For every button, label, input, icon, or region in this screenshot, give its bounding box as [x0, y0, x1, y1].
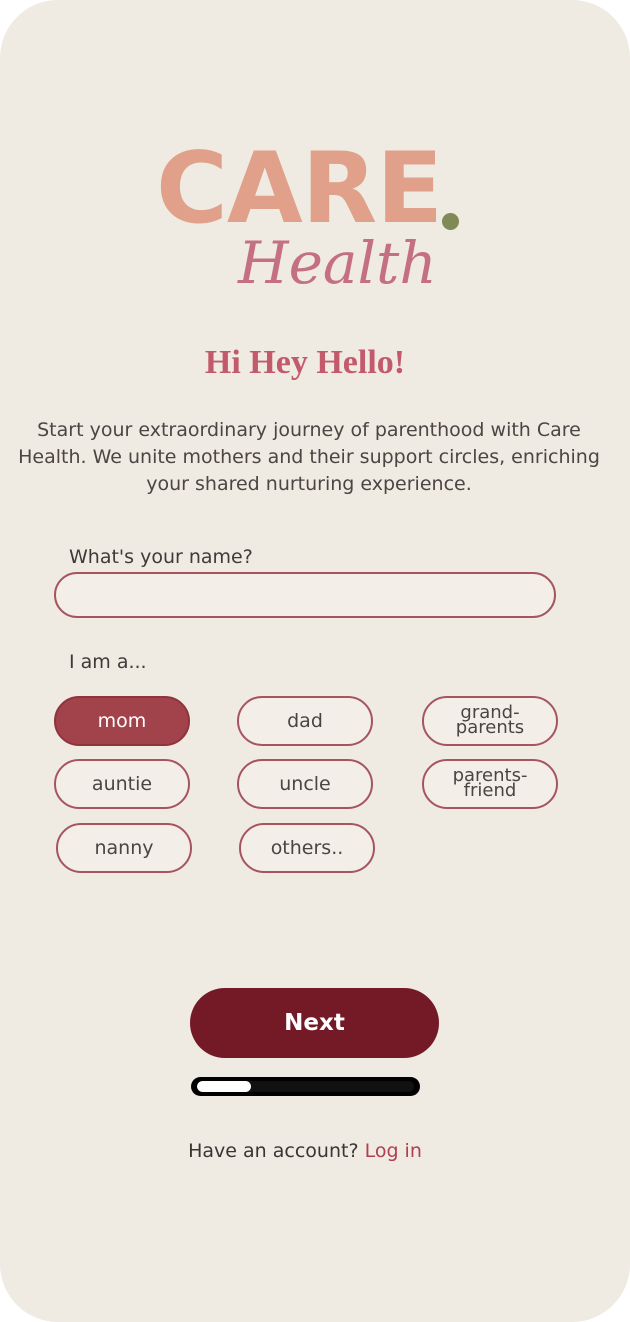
role-chip-auntie[interactable]: auntie	[54, 759, 190, 809]
login-prompt-text: Have an account?	[188, 1140, 359, 1162]
logo-dot	[442, 213, 459, 230]
role-chip-label: others..	[270, 837, 344, 859]
role-chip-label: auntie	[91, 773, 153, 795]
name-field-label: What's your name?	[69, 546, 253, 568]
login-link[interactable]: Log in	[365, 1140, 422, 1162]
role-chip-label: nanny	[94, 837, 154, 859]
role-chip-others[interactable]: others..	[239, 823, 375, 873]
care-health-logo: CARE Health	[150, 140, 470, 310]
greeting-title: Hi Hey Hello!	[204, 344, 406, 381]
role-chip-mom[interactable]: mom	[54, 696, 190, 746]
role-chip-grandparents[interactable]: grand-parents	[422, 696, 558, 746]
role-chip-label: mom	[97, 710, 147, 732]
role-chip-label: uncle	[279, 773, 331, 795]
login-prompt: Have an account? Log in	[0, 1140, 610, 1162]
role-field-label: I am a...	[69, 651, 147, 673]
role-chip-label: grand-parents	[455, 702, 525, 738]
role-chip-label: dad	[287, 710, 323, 732]
role-chip-parents-friend[interactable]: parents-friend	[422, 759, 558, 809]
role-chip-dad[interactable]: dad	[237, 696, 373, 746]
intro-text: Start your extraordinary journey of pare…	[18, 419, 600, 495]
role-chip-label: parents-friend	[452, 765, 528, 801]
role-chip-uncle[interactable]: uncle	[237, 759, 373, 809]
progress-fill	[197, 1081, 252, 1092]
name-input[interactable]	[54, 572, 556, 618]
next-button[interactable]: Next	[190, 988, 439, 1058]
progress-track	[197, 1081, 414, 1092]
progress-bar	[191, 1077, 420, 1096]
logo-health-wordmark: Health	[238, 229, 437, 297]
role-chip-nanny[interactable]: nanny	[56, 823, 192, 873]
logo-care-wordmark: CARE	[156, 132, 443, 246]
signup-screen: CARE Health Hi Hey Hello! Start your ext…	[0, 0, 630, 1322]
